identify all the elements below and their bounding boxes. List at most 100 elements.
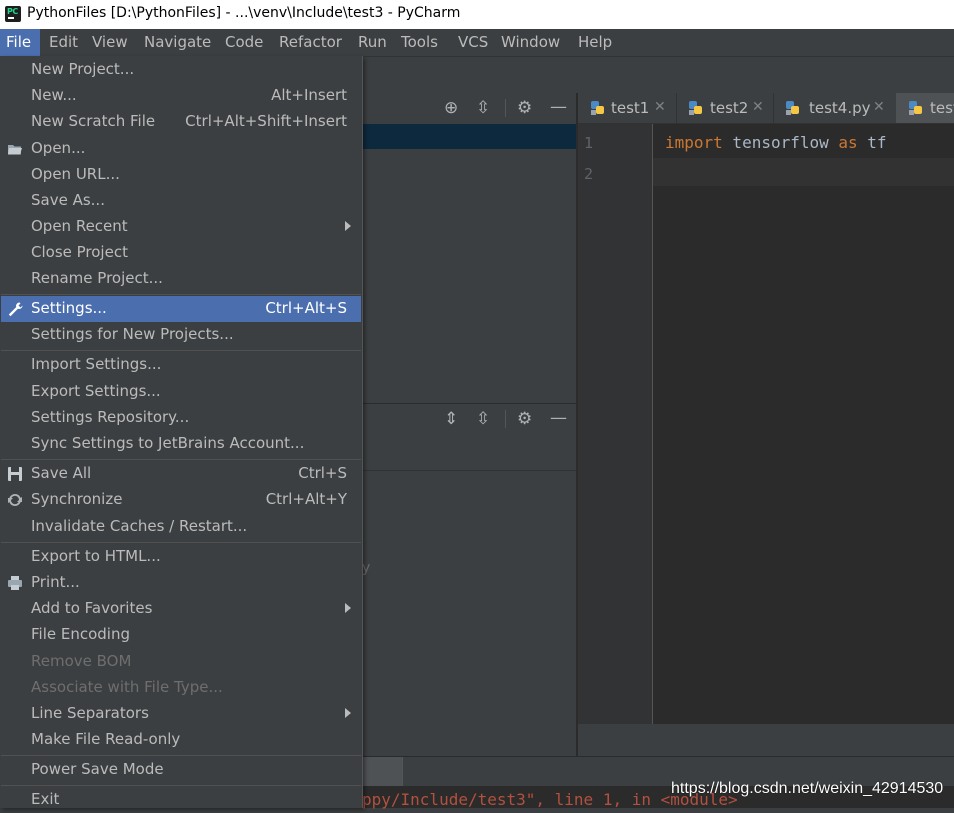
menu-item-new-scratch-file[interactable]: New Scratch File Ctrl+Alt+Shift+Insert	[1, 109, 361, 135]
menu-item-open[interactable]: Open...	[1, 136, 361, 162]
menu-item-synchronize[interactable]: Synchronize Ctrl+Alt+Y	[1, 487, 361, 513]
menu-refactor[interactable]: Refactor	[279, 33, 342, 51]
project-tree-selected-row[interactable]	[362, 124, 576, 149]
gear-icon[interactable]: ⚙	[517, 411, 532, 428]
tab-label: test2	[710, 99, 749, 117]
sync-icon	[8, 493, 22, 507]
structure-toolbar	[362, 435, 576, 471]
menu-navigate[interactable]: Navigate	[144, 33, 211, 51]
menu-window[interactable]: Window	[501, 33, 560, 51]
menu-item-power-save-mode[interactable]: Power Save Mode	[1, 757, 361, 783]
submenu-arrow-icon	[345, 708, 351, 718]
hide-icon[interactable]: —	[550, 410, 567, 427]
editor-bottom-area	[578, 724, 954, 756]
menu-item-open-recent[interactable]: Open Recent	[1, 214, 361, 240]
menu-vcs[interactable]: VCS	[458, 33, 488, 51]
menu-item-sync-settings[interactable]: Sync Settings to JetBrains Account...	[1, 431, 361, 457]
close-icon[interactable]: ✕	[873, 99, 885, 115]
menu-item-open-url[interactable]: Open URL...	[1, 162, 361, 188]
menu-tools[interactable]: Tools	[401, 33, 438, 51]
wrench-icon	[8, 302, 23, 317]
menu-separator	[1, 542, 361, 543]
tab-label: test	[930, 99, 954, 117]
menu-item-add-to-favorites[interactable]: Add to Favorites	[1, 596, 361, 622]
menu-run[interactable]: Run	[358, 33, 387, 51]
python-file-icon	[786, 101, 799, 115]
identifier: tensorflow	[722, 133, 839, 152]
menu-separator	[1, 785, 361, 786]
identifier: tf	[857, 133, 887, 152]
menu-item-save-as[interactable]: Save As...	[1, 188, 361, 214]
menu-item-remove-bom: Remove BOM	[31, 652, 132, 670]
code-line-1: import tensorflow as tf	[665, 133, 887, 152]
structure-tree	[362, 471, 576, 756]
menu-separator	[1, 350, 361, 351]
structure-panel-header: ⇕ ⇳ ⚙ —	[362, 403, 576, 436]
menu-item-make-read-only[interactable]: Make File Read-only	[1, 727, 361, 753]
tab-test1[interactable]: test1 ✕	[578, 93, 677, 123]
hide-icon[interactable]: —	[550, 99, 567, 116]
menu-item-line-separators[interactable]: Line Separators	[1, 701, 361, 727]
title-bar: PC PythonFiles [D:\PythonFiles] - ...\ve…	[0, 0, 954, 29]
menu-item-print[interactable]: Print...	[1, 570, 361, 596]
close-icon[interactable]: ✕	[752, 99, 764, 115]
menu-item-new-project[interactable]: New Project...	[1, 57, 361, 83]
menu-item-invalidate-caches[interactable]: Invalidate Caches / Restart...	[1, 514, 361, 540]
menu-file[interactable]: File	[6, 33, 31, 51]
window-title: PythonFiles [D:\PythonFiles] - ...\venv\…	[27, 5, 461, 21]
tab-label: test1	[611, 99, 650, 117]
submenu-arrow-icon	[345, 603, 351, 613]
menu-item-export-html[interactable]: Export to HTML...	[1, 544, 361, 570]
line-number: 1	[584, 134, 594, 152]
caret-line-highlight	[653, 158, 954, 186]
editor-gutter	[578, 124, 652, 724]
collapse-all-icon[interactable]: ⇳	[476, 100, 490, 117]
menu-separator	[1, 755, 361, 756]
menu-item-export-settings[interactable]: Export Settings...	[1, 379, 361, 405]
menu-item-associate-file-type: Associate with File Type...	[31, 678, 223, 696]
run-tab[interactable]	[362, 757, 403, 786]
collapse-all-icon[interactable]: ⇳	[476, 411, 490, 428]
menu-view[interactable]: View	[92, 33, 128, 51]
menu-edit[interactable]: Edit	[49, 33, 78, 51]
tab-test4-py[interactable]: test4.py ✕	[773, 93, 897, 123]
tab-test2[interactable]: test2 ✕	[676, 93, 774, 123]
locate-icon[interactable]: ⊕	[444, 100, 458, 117]
menu-bar: File Edit View Navigate Code Refactor Ru…	[0, 29, 954, 56]
menu-item-settings-new-projects[interactable]: Settings for New Projects...	[1, 322, 361, 348]
menu-item-import-settings[interactable]: Import Settings...	[1, 352, 361, 378]
gear-icon[interactable]: ⚙	[517, 100, 532, 117]
print-icon	[8, 576, 22, 590]
folder-icon	[8, 145, 22, 155]
menu-item-save-all[interactable]: Save All Ctrl+S	[1, 461, 361, 487]
save-icon	[8, 467, 22, 481]
menu-help[interactable]: Help	[578, 33, 612, 51]
editor-tab-bar: test1 ✕ test2 ✕ test4.py ✕ test	[578, 93, 954, 124]
python-file-icon	[689, 101, 702, 115]
python-file-icon	[591, 101, 604, 115]
menu-item-settings[interactable]: Settings... Ctrl+Alt+S	[1, 296, 361, 322]
pycharm-logo-icon: PC	[5, 6, 21, 22]
menu-item-close-project[interactable]: Close Project	[1, 240, 361, 266]
menu-item-file-encoding[interactable]: File Encoding	[1, 622, 361, 648]
menu-item-settings-repository[interactable]: Settings Repository...	[1, 405, 361, 431]
menu-item-exit[interactable]: Exit	[1, 787, 361, 813]
menu-item-rename-project[interactable]: Rename Project...	[1, 266, 361, 292]
menu-separator	[1, 294, 361, 295]
submenu-arrow-icon	[345, 221, 351, 231]
tab-test3-active[interactable]: test	[896, 93, 954, 123]
line-number: 2	[584, 165, 594, 183]
menu-code[interactable]: Code	[225, 33, 263, 51]
python-file-icon	[909, 101, 922, 115]
code-editor[interactable]	[653, 124, 954, 724]
project-tree	[362, 149, 576, 403]
watermark: https://blog.csdn.net/weixin_42914530	[671, 780, 944, 797]
file-menu-dropdown: New Project... New... Alt+Insert New Scra…	[0, 56, 363, 808]
faint-tree-text: y	[362, 560, 371, 576]
expand-all-icon[interactable]: ⇕	[444, 411, 458, 428]
close-icon[interactable]: ✕	[654, 99, 666, 115]
keyword-import: import	[665, 133, 723, 152]
menu-item-new[interactable]: New... Alt+Insert	[1, 83, 361, 109]
keyword-as: as	[838, 133, 858, 152]
project-panel-header: ⊕ ⇳ ⚙ —	[362, 93, 576, 125]
